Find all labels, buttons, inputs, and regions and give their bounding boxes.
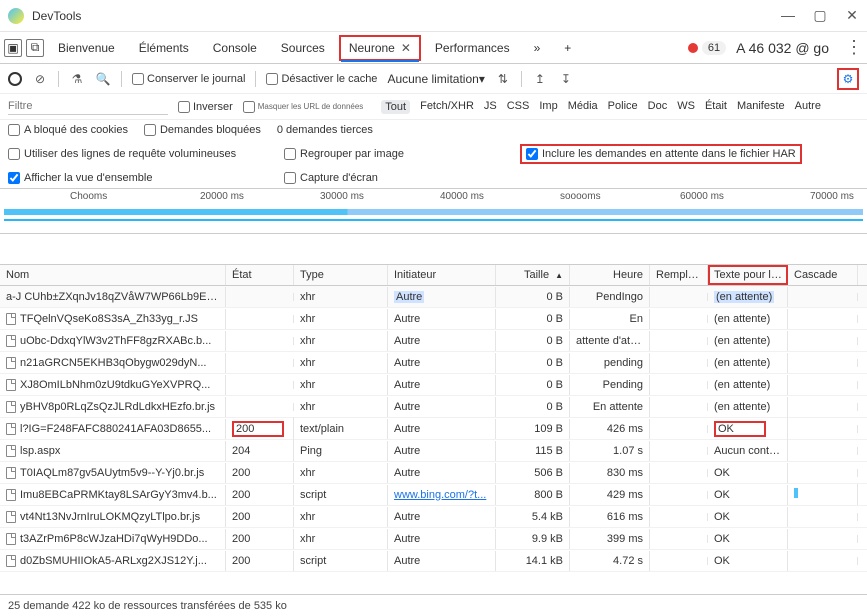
filter-icon[interactable]: ⚗ (69, 71, 85, 87)
status-bar: 25 demande 422 ko de ressources transfér… (0, 594, 867, 616)
screenshot-checkbox[interactable]: Capture d'écran (284, 172, 378, 184)
chip-css[interactable]: CSS (507, 100, 530, 114)
chip-ws[interactable]: WS (677, 100, 695, 114)
include-pending-checkbox[interactable]: Inclure les demandes en attente dans le … (520, 144, 802, 164)
hide-dataurl-checkbox[interactable]: Masquer les URL de données (243, 101, 364, 113)
file-icon (6, 467, 16, 479)
show-overview-checkbox[interactable]: Afficher la vue d'ensemble (8, 172, 268, 184)
chip-font[interactable]: Police (608, 100, 638, 114)
table-row[interactable]: a-J CUhb±ZXqnJv18qZVåW7WP66Lb9E. r.JS xh… (0, 286, 867, 308)
tab-welcome[interactable]: Bienvenue (48, 35, 125, 61)
col-name[interactable]: Nom (0, 265, 226, 285)
file-icon (6, 533, 16, 545)
close-tab-icon[interactable]: ✕ (401, 41, 411, 55)
col-waterfall[interactable]: Cascade (788, 265, 858, 285)
download-icon[interactable]: ↧ (558, 71, 574, 87)
col-statustext[interactable]: Texte pour l'état (708, 265, 788, 285)
tab-sources[interactable]: Sources (271, 35, 335, 61)
clear-button[interactable]: ⊘ (32, 71, 48, 87)
file-icon (6, 489, 16, 501)
preserve-log-checkbox[interactable]: Conserver le journal (132, 73, 245, 85)
issues-badge[interactable]: 61 (688, 41, 726, 55)
file-icon (6, 401, 16, 413)
file-icon (6, 423, 16, 435)
table-row[interactable]: t3AZrPm6P8cWJzaHDi7qWyH9DDo...200xhrAutr… (0, 528, 867, 550)
minimize-button[interactable]: — (781, 7, 795, 24)
filter-chips: Tout Fetch/XHR JS CSS Imp Média Police D… (381, 100, 821, 114)
close-button[interactable]: ✕ (845, 7, 859, 24)
disable-cache-checkbox[interactable]: Désactiver le cache (266, 73, 377, 85)
filter-input[interactable] (8, 98, 168, 115)
search-icon[interactable]: 🔍 (95, 71, 111, 87)
col-time[interactable]: Heure (570, 265, 650, 285)
col-initiator[interactable]: Initiateur (388, 265, 496, 285)
window-title: DevTools (32, 9, 781, 23)
blocked-cookies-checkbox[interactable]: A bloqué des cookies (8, 124, 128, 136)
chip-img[interactable]: Imp (539, 100, 557, 114)
new-tab-button[interactable]: + (554, 35, 581, 61)
third-party-label: 0 demandes tierces (277, 124, 373, 136)
file-icon (6, 379, 16, 391)
throttling-select[interactable]: Aucune limitation▾ (387, 72, 484, 86)
file-icon (6, 555, 16, 567)
record-button[interactable] (8, 72, 22, 86)
tabs-overflow[interactable]: » (524, 35, 551, 61)
col-type[interactable]: Type (294, 265, 388, 285)
chip-media[interactable]: Média (568, 100, 598, 114)
col-fulfilled[interactable]: Remplies.. (650, 265, 708, 285)
table-header: Nom État Type Initiateur Taille Heure Re… (0, 264, 867, 286)
table-row[interactable]: yBHV8p0RLqZsQzJLRdLdkxHEzfo.br.jsxhrAutr… (0, 396, 867, 418)
table-row[interactable]: Imu8EBCaPRMKtay8LSArGyY3mv4.b...200scrip… (0, 484, 867, 506)
table-row[interactable]: d0ZbSMUHIIOkA5-ARLxg2XJS12Y.j...200scrip… (0, 550, 867, 572)
device-icon[interactable]: ⧉ (26, 39, 44, 57)
kebab-menu-icon[interactable]: ⋮ (845, 37, 863, 58)
table-row[interactable]: n21aGRCN5EKHB3qObygw029dyN...xhrAutre0 B… (0, 352, 867, 374)
maximize-button[interactable]: ▢ (813, 7, 827, 24)
target-url: A 46 032 @ go (736, 40, 829, 56)
wifi-icon[interactable]: ⇅ (495, 71, 511, 87)
settings-gear-icon[interactable]: ⚙ (837, 68, 859, 90)
inspect-icon[interactable]: ▣ (4, 39, 22, 57)
table-row[interactable]: l?IG=F248FAFC880241AFA03D8655...200text/… (0, 418, 867, 440)
chip-fetch[interactable]: Fetch/XHR (420, 100, 474, 114)
chip-manifest[interactable]: Manifeste (737, 100, 785, 114)
tab-elements[interactable]: Éléments (129, 35, 199, 61)
table-row[interactable]: lsp.aspx204PingAutre115 B1.07 sAucun con… (0, 440, 867, 462)
file-icon (6, 335, 16, 347)
col-size[interactable]: Taille (496, 265, 570, 285)
file-icon (6, 445, 16, 457)
big-rows-checkbox[interactable]: Utiliser des lignes de requête volumineu… (8, 148, 268, 160)
chip-all[interactable]: Tout (381, 100, 410, 114)
timeline-overview[interactable]: Chooms 20000 ms 30000 ms 40000 ms soooom… (0, 188, 867, 234)
tab-network[interactable]: Neurone✕ (339, 35, 421, 61)
file-icon (6, 357, 16, 369)
col-status[interactable]: État (226, 265, 294, 285)
table-row[interactable]: T0IAQLm87gv5AUytm5v9--Y-Yj0.br.js200xhrA… (0, 462, 867, 484)
chip-js[interactable]: JS (484, 100, 497, 114)
app-icon (8, 8, 24, 24)
blocked-requests-checkbox[interactable]: Demandes bloquées (144, 124, 261, 136)
chip-wasm[interactable]: Était (705, 100, 727, 114)
file-icon (6, 313, 16, 325)
table-row[interactable]: XJ8OmILbNhm0zU9tdkuGYeXVPRQ...xhrAutre0 … (0, 374, 867, 396)
upload-icon[interactable]: ↥ (532, 71, 548, 87)
table-row[interactable]: TFQelnVQseKo8S3sA_Zh33yg_r.JSxhrAutre0 B… (0, 308, 867, 330)
table-row[interactable]: uObc-DdxqYlW3v2ThFF8gzRXABc.b...xhrAutre… (0, 330, 867, 352)
record-dot-icon (688, 43, 698, 53)
invert-checkbox[interactable]: Inverser (178, 101, 233, 113)
chip-doc[interactable]: Doc (648, 100, 668, 114)
tab-performance[interactable]: Performances (425, 35, 520, 61)
tab-console[interactable]: Console (203, 35, 267, 61)
file-icon (6, 511, 16, 523)
table-row[interactable]: vt4Nt13NvJrnIruLOKMQzyLTlpo.br.js200xhrA… (0, 506, 867, 528)
chip-other[interactable]: Autre (795, 100, 821, 114)
group-frame-checkbox[interactable]: Regrouper par image (284, 148, 504, 160)
